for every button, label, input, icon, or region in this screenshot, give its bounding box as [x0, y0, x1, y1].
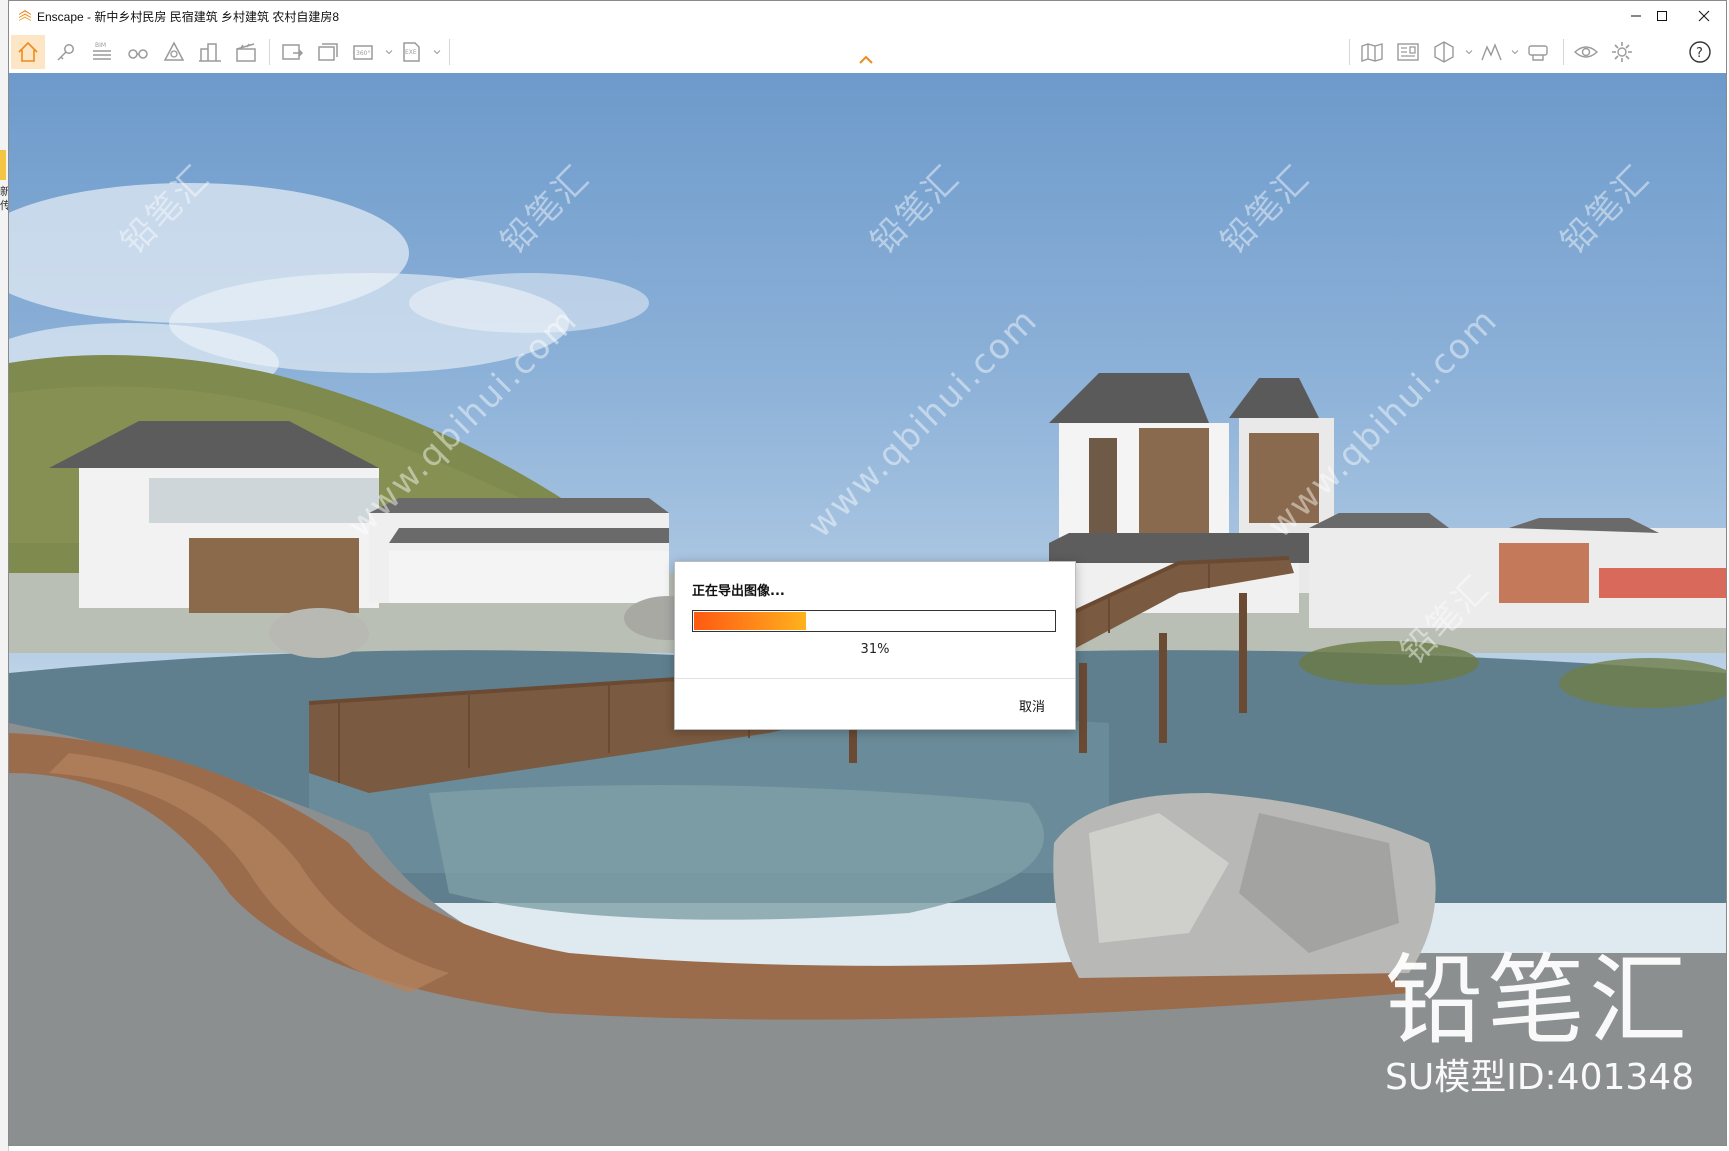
background-app-tab	[0, 150, 6, 180]
enscape-window: Enscape - 新中乡村民房 民宿建筑 乡村建筑 农村自建房8 BIM 36…	[8, 0, 1727, 1146]
toolbar-separator	[1349, 39, 1350, 65]
settings-camera-button[interactable]	[157, 35, 191, 69]
export-progress-bar	[692, 610, 1056, 632]
chevron-down-icon[interactable]	[1511, 48, 1519, 56]
panorama-button[interactable]: 360°	[347, 35, 381, 69]
dialog-divider	[675, 678, 1075, 679]
buildings-button[interactable]	[193, 35, 227, 69]
panorama-label: 360°	[356, 50, 370, 57]
batch-render-button[interactable]	[311, 35, 345, 69]
chevron-down-icon[interactable]	[385, 48, 393, 56]
map-button[interactable]	[1355, 35, 1389, 69]
export-progress-dialog: 正在导出图像... 31% 取消	[674, 561, 1076, 730]
toolbar-separator	[1563, 39, 1564, 65]
assets-button[interactable]	[49, 35, 83, 69]
bim-icon: BIM	[93, 42, 111, 60]
enscape-logo-icon	[19, 10, 31, 21]
screenshot-icon	[282, 44, 304, 60]
render-viewport[interactable]: www.qbihui.com www.qbihui.com www.qbihui…	[9, 73, 1726, 1145]
sun-graph-button[interactable]	[1475, 35, 1509, 69]
section-button[interactable]	[1427, 35, 1461, 69]
material-editor-icon	[1397, 43, 1419, 61]
help-icon: ?	[1689, 41, 1711, 63]
views-button[interactable]	[121, 35, 155, 69]
views-icon	[128, 49, 148, 59]
maximize-button[interactable]	[1640, 1, 1684, 31]
section-icon	[1434, 41, 1454, 63]
settings-camera-icon	[163, 41, 185, 61]
cancel-button[interactable]: 取消	[1019, 696, 1045, 715]
progress-fill	[694, 612, 806, 630]
dialog-title: 正在导出图像...	[692, 584, 785, 599]
window-title: Enscape - 新中乡村民房 民宿建筑 乡村建筑 农村自建房8	[37, 10, 340, 24]
toolbar-separator	[269, 39, 270, 65]
exe-label: EXE	[405, 49, 417, 56]
vr-headset-button[interactable]	[1521, 35, 1555, 69]
assets-icon	[57, 44, 74, 61]
video-editor-icon	[236, 43, 256, 62]
close-icon	[1698, 10, 1710, 22]
chevron-down-icon[interactable]	[433, 48, 441, 56]
screenshot-button[interactable]	[275, 35, 309, 69]
chevron-down-icon[interactable]	[1465, 48, 1473, 56]
toolbar-separator	[449, 39, 450, 65]
video-editor-button[interactable]	[229, 35, 263, 69]
material-editor-button[interactable]	[1391, 35, 1425, 69]
eye-icon	[1573, 46, 1599, 58]
map-icon	[1361, 43, 1383, 62]
model-id-watermark: SU模型ID:401348	[1385, 1057, 1695, 1098]
maximize-icon	[1657, 11, 1667, 21]
progress-percent: 31%	[860, 642, 890, 657]
bim-button[interactable]: BIM	[85, 35, 119, 69]
collapse-toolbar-icon[interactable]	[858, 55, 874, 65]
eye-button[interactable]	[1569, 35, 1603, 69]
export-exe-button[interactable]: EXE	[395, 35, 429, 69]
home-icon	[18, 41, 38, 62]
title-bar[interactable]: Enscape - 新中乡村民房 民宿建筑 乡村建筑 农村自建房8	[9, 1, 1726, 31]
background-app-text: 新 传	[0, 185, 8, 212]
help-label: ?	[1696, 46, 1703, 61]
main-toolbar: BIM 360° EXE ?	[9, 31, 1726, 74]
brand-watermark-large: 铅笔汇	[1385, 944, 1692, 1058]
bim-label: BIM	[95, 42, 106, 49]
help-button[interactable]: ?	[1683, 35, 1717, 69]
close-button[interactable]	[1682, 1, 1726, 31]
gear-icon	[1612, 42, 1632, 62]
buildings-icon	[199, 43, 221, 62]
vr-headset-icon	[1528, 45, 1548, 61]
home-button[interactable]	[11, 35, 45, 69]
settings-button[interactable]	[1605, 35, 1639, 69]
sun-graph-icon	[1481, 43, 1502, 61]
export-exe-icon: EXE	[403, 42, 420, 62]
batch-render-icon	[318, 43, 338, 61]
panorama-icon: 360°	[353, 45, 373, 60]
